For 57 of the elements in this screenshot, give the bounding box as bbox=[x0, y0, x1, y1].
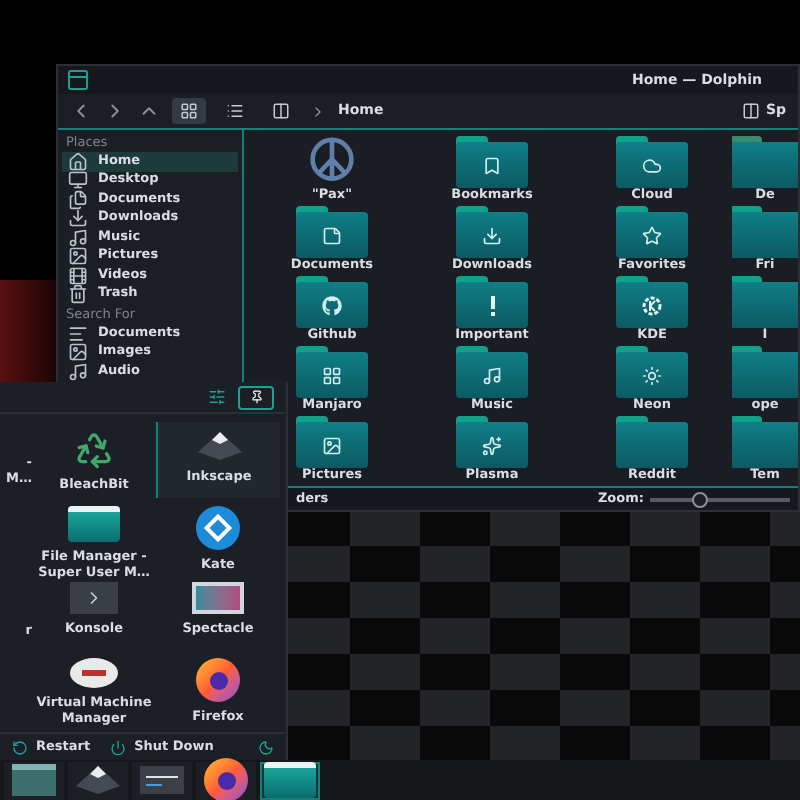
home-icon bbox=[68, 151, 88, 172]
mountain-icon bbox=[195, 430, 243, 462]
columns-view-icon bbox=[272, 102, 290, 120]
recycle-icon bbox=[74, 430, 114, 470]
pictures-icon bbox=[68, 342, 88, 363]
app-icon bbox=[66, 68, 90, 92]
taskbar-button[interactable] bbox=[68, 761, 128, 799]
monitor-icon bbox=[192, 582, 244, 614]
exclamation-icon bbox=[489, 295, 495, 315]
pin-button[interactable] bbox=[238, 385, 274, 409]
desktop-icon bbox=[68, 170, 88, 191]
github-icon bbox=[322, 295, 342, 315]
folder-icon bbox=[732, 276, 798, 323]
cloud-icon bbox=[642, 155, 662, 175]
folder-icon bbox=[264, 762, 316, 798]
restart-icon bbox=[12, 739, 28, 755]
taskbar-button[interactable] bbox=[260, 761, 320, 799]
details-view-icon bbox=[226, 102, 244, 120]
folder-icon bbox=[732, 206, 798, 253]
documents-icon bbox=[322, 225, 342, 245]
window-icon bbox=[12, 764, 56, 796]
bookmarks-icon bbox=[482, 155, 502, 175]
power-icon bbox=[110, 739, 127, 755]
music-icon bbox=[68, 361, 88, 382]
view-mode-button[interactable] bbox=[172, 98, 206, 124]
music-icon bbox=[482, 365, 502, 385]
folder-icon bbox=[732, 136, 798, 183]
folder-icon bbox=[732, 346, 798, 393]
pictures-icon bbox=[322, 435, 342, 455]
pin-icon bbox=[249, 390, 263, 404]
ellipse-icon bbox=[70, 658, 118, 688]
sliders-icon bbox=[140, 766, 184, 794]
split-icon bbox=[741, 102, 760, 120]
terminal-icon bbox=[70, 582, 118, 614]
text-icon bbox=[68, 323, 88, 344]
sleep-icon[interactable] bbox=[258, 739, 274, 755]
favorites-icon bbox=[642, 225, 662, 245]
videos-icon bbox=[68, 265, 88, 286]
taskbar-button[interactable] bbox=[196, 761, 256, 799]
zoom-slider[interactable] bbox=[650, 491, 790, 507]
folder-icon bbox=[732, 416, 798, 463]
downloads-icon bbox=[68, 208, 88, 229]
documents-icon bbox=[68, 189, 88, 210]
mountain-icon bbox=[74, 764, 122, 796]
gear-k-icon bbox=[642, 295, 662, 315]
slider-handle[interactable] bbox=[691, 491, 707, 507]
sliders-icon[interactable] bbox=[208, 388, 226, 406]
trash-icon bbox=[68, 284, 88, 305]
breadcrumb-separator-icon bbox=[310, 103, 326, 119]
taskbar-button[interactable] bbox=[132, 761, 192, 799]
folder-icon bbox=[68, 506, 120, 542]
downloads-icon bbox=[482, 225, 502, 245]
music-icon bbox=[68, 227, 88, 248]
pictures-icon bbox=[68, 246, 88, 267]
taskbar-button[interactable] bbox=[4, 761, 64, 799]
folder-icon bbox=[616, 416, 688, 463]
icons-view-icon bbox=[180, 102, 198, 120]
